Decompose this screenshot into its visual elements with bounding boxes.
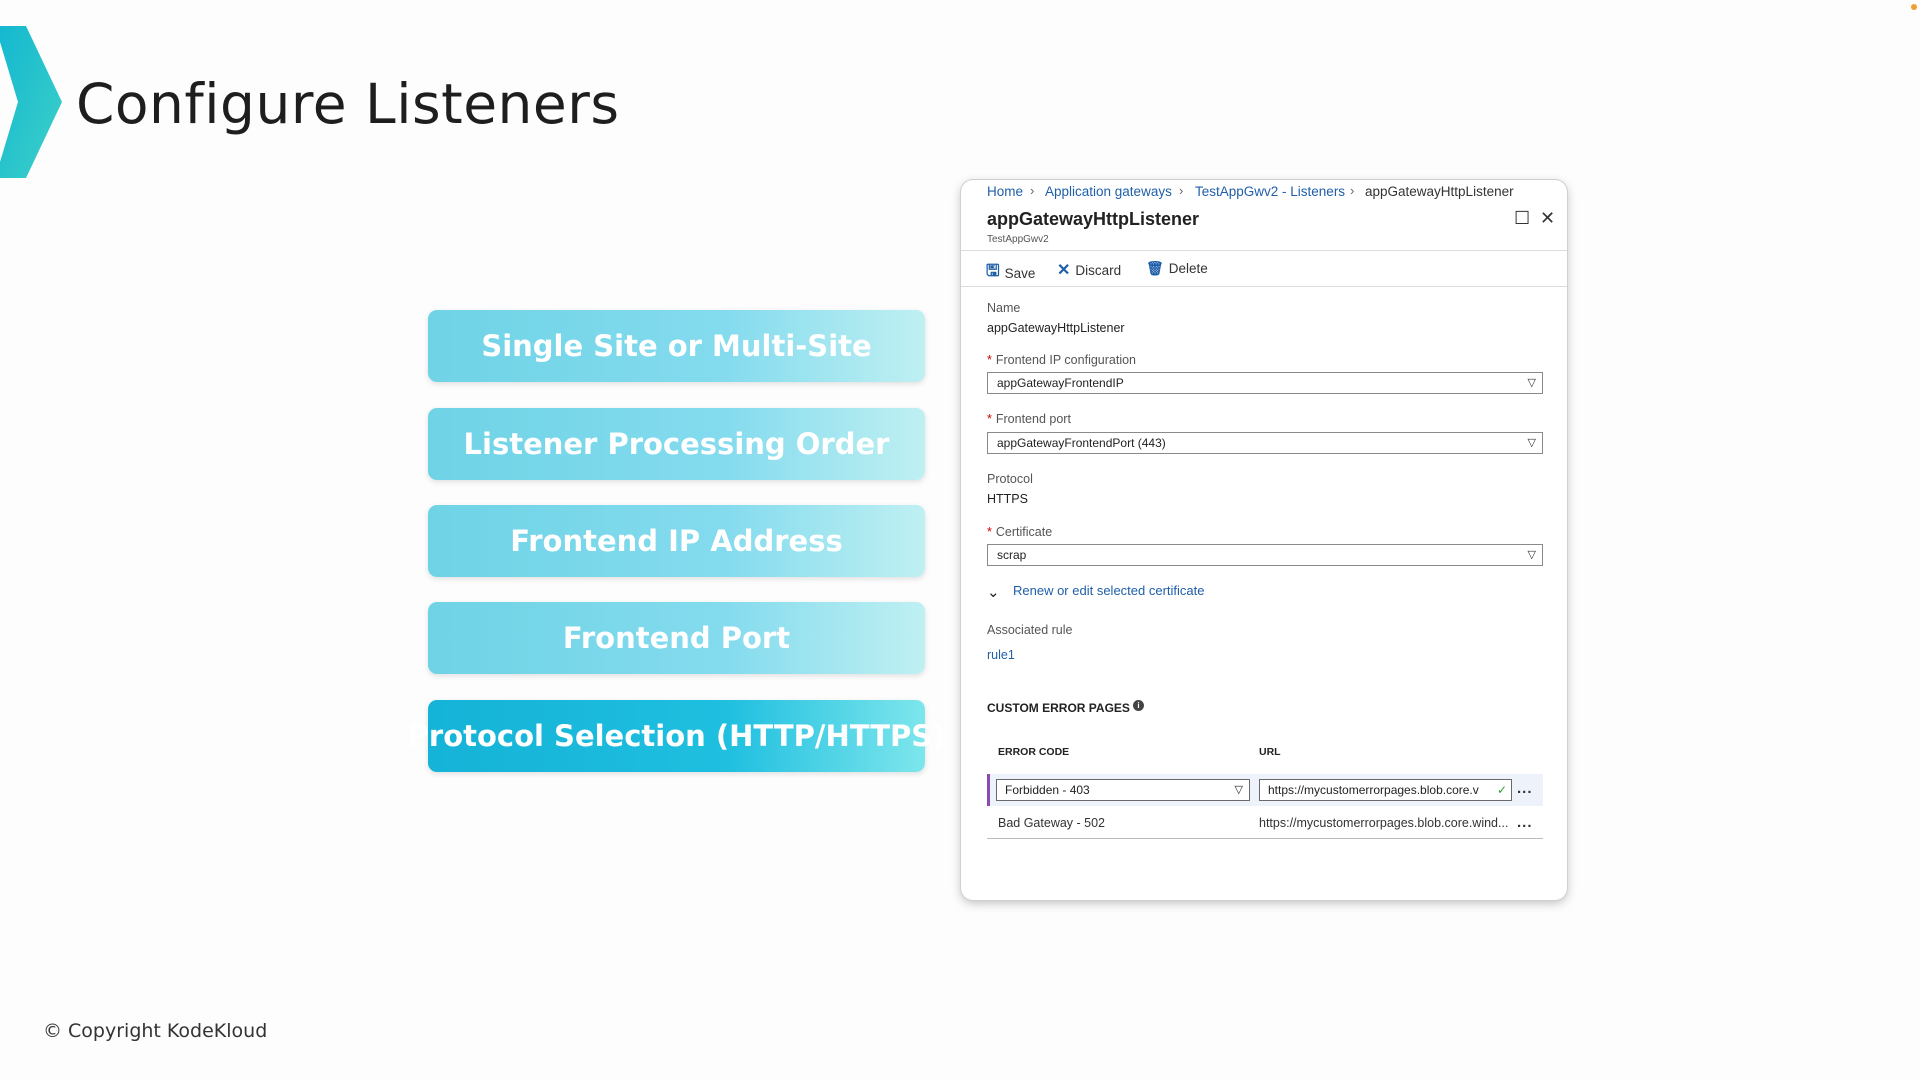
certificate-label: * Certificate: [987, 525, 1052, 539]
breadcrumb-application-gateways[interactable]: Application gateways: [1045, 184, 1172, 199]
custom-error-pages-heading: CUSTOM ERROR PAGES: [987, 701, 1130, 715]
row-divider: [987, 838, 1543, 839]
frontend-port-label: * Frontend port: [987, 412, 1071, 426]
save-button[interactable]: 🖫 Save: [986, 260, 1035, 287]
chevron-down-icon: ▽: [1234, 784, 1243, 796]
discard-button[interactable]: ✕ Discard: [1057, 260, 1121, 280]
chevron-down-icon[interactable]: ⌄: [987, 583, 1000, 601]
close-icon[interactable]: ✕: [1540, 208, 1555, 229]
discard-label: Discard: [1075, 262, 1122, 278]
breadcrumb-separator: ›: [1350, 183, 1355, 198]
chevron-down-icon: ▽: [1527, 377, 1536, 389]
certificate-label-text: Certificate: [995, 525, 1053, 539]
azure-listener-blade: Home › Application gateways › TestAppGwv…: [961, 180, 1567, 900]
more-options-button[interactable]: ...: [1517, 780, 1533, 797]
required-marker: *: [987, 412, 992, 426]
frontend-port-label-text: Frontend port: [995, 412, 1071, 426]
info-icon[interactable]: i: [1133, 700, 1144, 711]
required-marker: *: [987, 353, 992, 367]
error-code-dropdown[interactable]: Forbidden - 403 ▽: [996, 779, 1250, 801]
frontend-ip-dropdown[interactable]: appGatewayFrontendIP ▽: [987, 372, 1543, 394]
topic-single-multi-site: Single Site or Multi-Site: [428, 310, 925, 382]
save-icon: 🖫: [986, 263, 1000, 280]
slide-title: Configure Listeners: [76, 72, 620, 136]
header-divider: [961, 250, 1567, 251]
error-url-cell: https://mycustomerrorpages.blob.core.win…: [1259, 816, 1509, 830]
topic-frontend-ip-address: Frontend IP Address: [428, 505, 925, 577]
maximize-icon[interactable]: ☐: [1514, 208, 1530, 229]
chevron-down-icon: ▽: [1527, 437, 1536, 449]
frontend-ip-label-text: Frontend IP configuration: [995, 353, 1137, 367]
name-label: Name: [987, 301, 1021, 315]
frontend-ip-value: appGatewayFrontendIP: [997, 376, 1124, 390]
checkmark-icon: ✓: [1494, 780, 1507, 800]
topic-protocol-selection: Protocol Selection (HTTP/HTTPS): [408, 700, 945, 772]
chevron-down-icon: ▽: [1527, 549, 1536, 561]
topic-listener-processing-order: Listener Processing Order: [428, 408, 925, 480]
breadcrumb-separator: ›: [1179, 183, 1184, 198]
error-url-input[interactable]: https://mycustomerrorpages.blob.core.v ✓: [1259, 779, 1512, 801]
error-url-value: https://mycustomerrorpages.blob.core.v: [1268, 783, 1479, 797]
breadcrumb-separator: ›: [1030, 183, 1035, 198]
delete-button[interactable]: 🗑 Delete: [1146, 260, 1208, 277]
associated-rule-label: Associated rule: [987, 623, 1073, 637]
certificate-dropdown[interactable]: scrap ▽: [987, 544, 1543, 566]
name-value: appGatewayHttpListener: [987, 321, 1125, 335]
breadcrumb-listeners[interactable]: TestAppGwv2 - Listeners: [1195, 184, 1345, 199]
protocol-value: HTTPS: [987, 492, 1028, 506]
toolbar-divider: [961, 286, 1567, 287]
delete-label: Delete: [1168, 261, 1208, 276]
save-label: Save: [1004, 266, 1036, 281]
corner-dot: [1911, 4, 1917, 10]
blade-title: appGatewayHttpListener: [987, 209, 1200, 229]
column-header-url: URL: [1259, 746, 1281, 758]
associated-rule-link[interactable]: rule1: [987, 648, 1015, 662]
error-code-value: Forbidden - 403: [1005, 783, 1090, 797]
more-options-button[interactable]: ...: [1517, 814, 1533, 831]
certificate-value: scrap: [997, 548, 1027, 562]
frontend-port-value: appGatewayFrontendPort (443): [997, 436, 1166, 450]
kodekloud-chevron-logo: [0, 26, 62, 178]
renew-certificate-link[interactable]: Renew or edit selected certificate: [1013, 583, 1204, 598]
column-header-error-code: ERROR CODE: [998, 746, 1070, 758]
topic-frontend-port: Frontend Port: [428, 602, 925, 674]
error-code-cell: Bad Gateway - 502: [998, 816, 1106, 830]
breadcrumb-current: appGatewayHttpListener: [1365, 184, 1514, 199]
protocol-label: Protocol: [987, 472, 1033, 486]
required-marker: *: [987, 525, 992, 539]
frontend-port-dropdown[interactable]: appGatewayFrontendPort (443) ▽: [987, 432, 1543, 454]
delete-icon: 🗑: [1146, 260, 1164, 276]
discard-icon: ✕: [1057, 262, 1071, 279]
breadcrumb-home[interactable]: Home: [987, 184, 1023, 199]
blade-subtitle: TestAppGwv2: [987, 234, 1049, 245]
copyright-notice: © Copyright KodeKloud: [43, 1020, 268, 1042]
frontend-ip-label: * Frontend IP configuration: [987, 353, 1136, 367]
